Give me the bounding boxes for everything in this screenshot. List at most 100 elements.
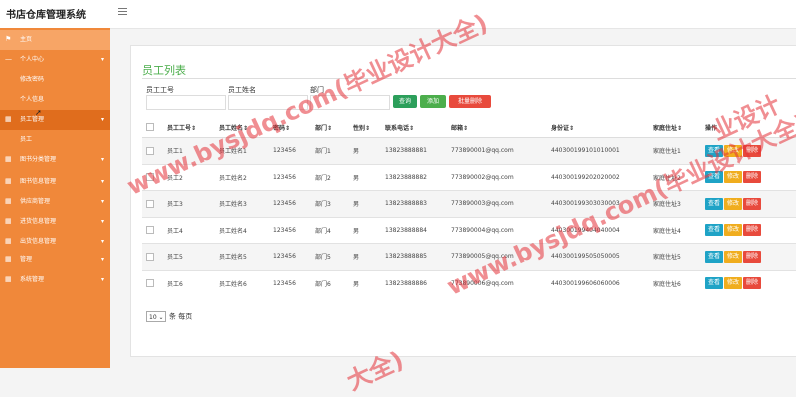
col-gender[interactable]: 性别⇕ xyxy=(349,117,381,138)
col-email[interactable]: 邮箱⇕ xyxy=(447,117,547,138)
top-bar: 书店仓库管理系统 xyxy=(0,0,796,29)
table-cell: 家庭住址6 xyxy=(649,269,701,296)
edit-button[interactable]: 修改 xyxy=(724,144,743,157)
chevron-down-icon: ▾ xyxy=(100,238,104,245)
menu-toggle-icon[interactable] xyxy=(118,6,127,15)
view-button[interactable]: 查看 xyxy=(705,224,724,237)
row-checkbox[interactable] xyxy=(142,269,163,296)
col-id-card[interactable]: 身份证⇕ xyxy=(547,117,649,138)
sidebar-item[interactable]: 个人信息 xyxy=(0,90,110,110)
delete-button[interactable]: 删除 xyxy=(743,224,762,237)
table-cell: 男 xyxy=(349,137,381,164)
view-button[interactable]: 查看 xyxy=(705,197,724,210)
table-cell: 男 xyxy=(349,216,381,244)
edit-button[interactable]: 修改 xyxy=(724,250,743,263)
sidebar-item[interactable]: ▦ 员工管理 ▾ xyxy=(0,110,110,130)
sort-icon: ⇕ xyxy=(243,124,249,132)
sidebar-item[interactable]: — 个人中心 ▾ xyxy=(0,50,110,70)
sidebar-item-label: 出货信息管理 xyxy=(20,238,57,245)
edit-button[interactable]: 修改 xyxy=(724,224,743,237)
table-cell: 员工姓名4 xyxy=(215,216,269,244)
grid-icon: ▦ xyxy=(5,217,12,225)
table-cell: 员工5 xyxy=(163,243,215,270)
dash-icon: — xyxy=(5,55,12,63)
delete-button[interactable]: 删除 xyxy=(743,171,762,184)
sidebar-item-label: 个人中心 xyxy=(20,56,45,63)
chevron-down-icon: ▾ xyxy=(100,256,104,263)
sidebar-item[interactable]: ▦ 出货信息管理 ▾ xyxy=(0,232,110,252)
chevron-down-icon: ▾ xyxy=(100,218,104,225)
sidebar-item-label: 供应商管理 xyxy=(20,198,51,205)
edit-button[interactable]: 修改 xyxy=(724,197,743,210)
employee-name-input[interactable] xyxy=(228,95,308,110)
app-title: 书店仓库管理系统 xyxy=(6,10,86,21)
row-checkbox[interactable] xyxy=(142,137,163,164)
chevron-down-icon: ▾ xyxy=(100,156,104,163)
employee-no-input[interactable] xyxy=(146,95,226,110)
search-label-employee-name: 员工姓名 xyxy=(228,86,256,94)
col-employee-no[interactable]: 员工工号⇕ xyxy=(163,117,215,138)
row-checkbox[interactable] xyxy=(142,190,163,217)
view-button[interactable]: 查看 xyxy=(705,171,724,184)
sidebar-item[interactable]: 修改密码 xyxy=(0,70,110,90)
row-checkbox[interactable] xyxy=(142,163,163,191)
page-title: 员工列表 xyxy=(142,64,186,77)
sort-icon: ⇕ xyxy=(677,124,683,132)
sidebar-item-label: 系统管理 xyxy=(20,276,45,283)
table-cell: 773890002@qq.com xyxy=(447,163,547,191)
view-button[interactable]: 查看 xyxy=(705,250,724,263)
table-cell: 部门2 xyxy=(311,163,349,191)
grid-icon: ▦ xyxy=(5,237,12,245)
sidebar-item[interactable]: ▦ 图书分类管理 ▾ xyxy=(0,150,110,170)
table-cell: 男 xyxy=(349,190,381,217)
table-cell: 123456 xyxy=(269,137,311,164)
sidebar-item[interactable]: ▦ 系统管理 ▾ xyxy=(0,270,110,290)
grid-icon: ▦ xyxy=(5,197,12,205)
table-cell: 13823888884 xyxy=(381,216,447,244)
delete-button[interactable]: 删除 xyxy=(743,144,762,157)
delete-button[interactable]: 删除 xyxy=(743,250,762,263)
sidebar-item-label: 图书信息管理 xyxy=(20,178,57,185)
table-cell: 员工姓名5 xyxy=(215,243,269,270)
edit-button[interactable]: 修改 xyxy=(724,171,743,184)
department-input[interactable] xyxy=(310,95,390,110)
search-button[interactable]: 查询 xyxy=(393,95,417,108)
sidebar-item[interactable]: ▦ 图书信息管理 ▾ xyxy=(0,172,110,192)
page-size-select[interactable]: 10 ⌄ xyxy=(146,311,166,322)
table-cell: 员工姓名6 xyxy=(215,269,269,296)
view-button[interactable]: 查看 xyxy=(705,277,724,290)
select-all-checkbox[interactable] xyxy=(142,117,163,138)
edit-button[interactable]: 修改 xyxy=(724,277,743,290)
flag-icon: ⚑ xyxy=(5,35,12,43)
col-password[interactable]: 密码⇕ xyxy=(269,117,311,138)
col-actions: 操作 xyxy=(701,117,796,138)
table-cell: 440300199101010001 xyxy=(547,137,649,164)
row-checkbox[interactable] xyxy=(142,243,163,270)
col-employee-name[interactable]: 员工姓名⇕ xyxy=(215,117,269,138)
col-phone[interactable]: 联系电话⇕ xyxy=(381,117,447,138)
table-row: 员工1 员工姓名1 123456 部门1 男 13823888881 773890001@q… xyxy=(142,137,796,164)
table-cell: 773890005@qq.com xyxy=(447,243,547,270)
sidebar-item[interactable]: ⚑ 主页 xyxy=(0,30,110,50)
sidebar-item[interactable]: 员工 xyxy=(0,130,110,150)
table-row: 员工4 员工姓名4 123456 部门4 男 13823888884 773890004@q… xyxy=(142,216,796,244)
batch-delete-button[interactable]: 批量删除 xyxy=(449,95,491,108)
sidebar-item[interactable]: ▦ 管理 ▾ xyxy=(0,250,110,270)
delete-button[interactable]: 删除 xyxy=(743,277,762,290)
col-department[interactable]: 部门⇕ xyxy=(311,117,349,138)
table-cell: 773890003@qq.com xyxy=(447,190,547,217)
row-actions: 查看 修改 删除 xyxy=(701,163,796,191)
view-button[interactable]: 查看 xyxy=(705,144,724,157)
add-button[interactable]: 添加 xyxy=(420,95,446,108)
chevron-down-icon: ▾ xyxy=(100,276,104,283)
table-cell: 男 xyxy=(349,243,381,270)
table-cell: 部门4 xyxy=(311,216,349,244)
sort-icon: ⇕ xyxy=(463,124,469,132)
sidebar-item[interactable]: ▦ 进货信息管理 ▾ xyxy=(0,212,110,232)
delete-button[interactable]: 删除 xyxy=(743,197,762,210)
sidebar-item-label: 个人信息 xyxy=(20,96,45,103)
row-checkbox[interactable] xyxy=(142,216,163,244)
table-cell: 家庭住址4 xyxy=(649,216,701,244)
sidebar-item[interactable]: ▦ 供应商管理 ▾ xyxy=(0,192,110,212)
col-address[interactable]: 家庭住址⇕ xyxy=(649,117,701,138)
